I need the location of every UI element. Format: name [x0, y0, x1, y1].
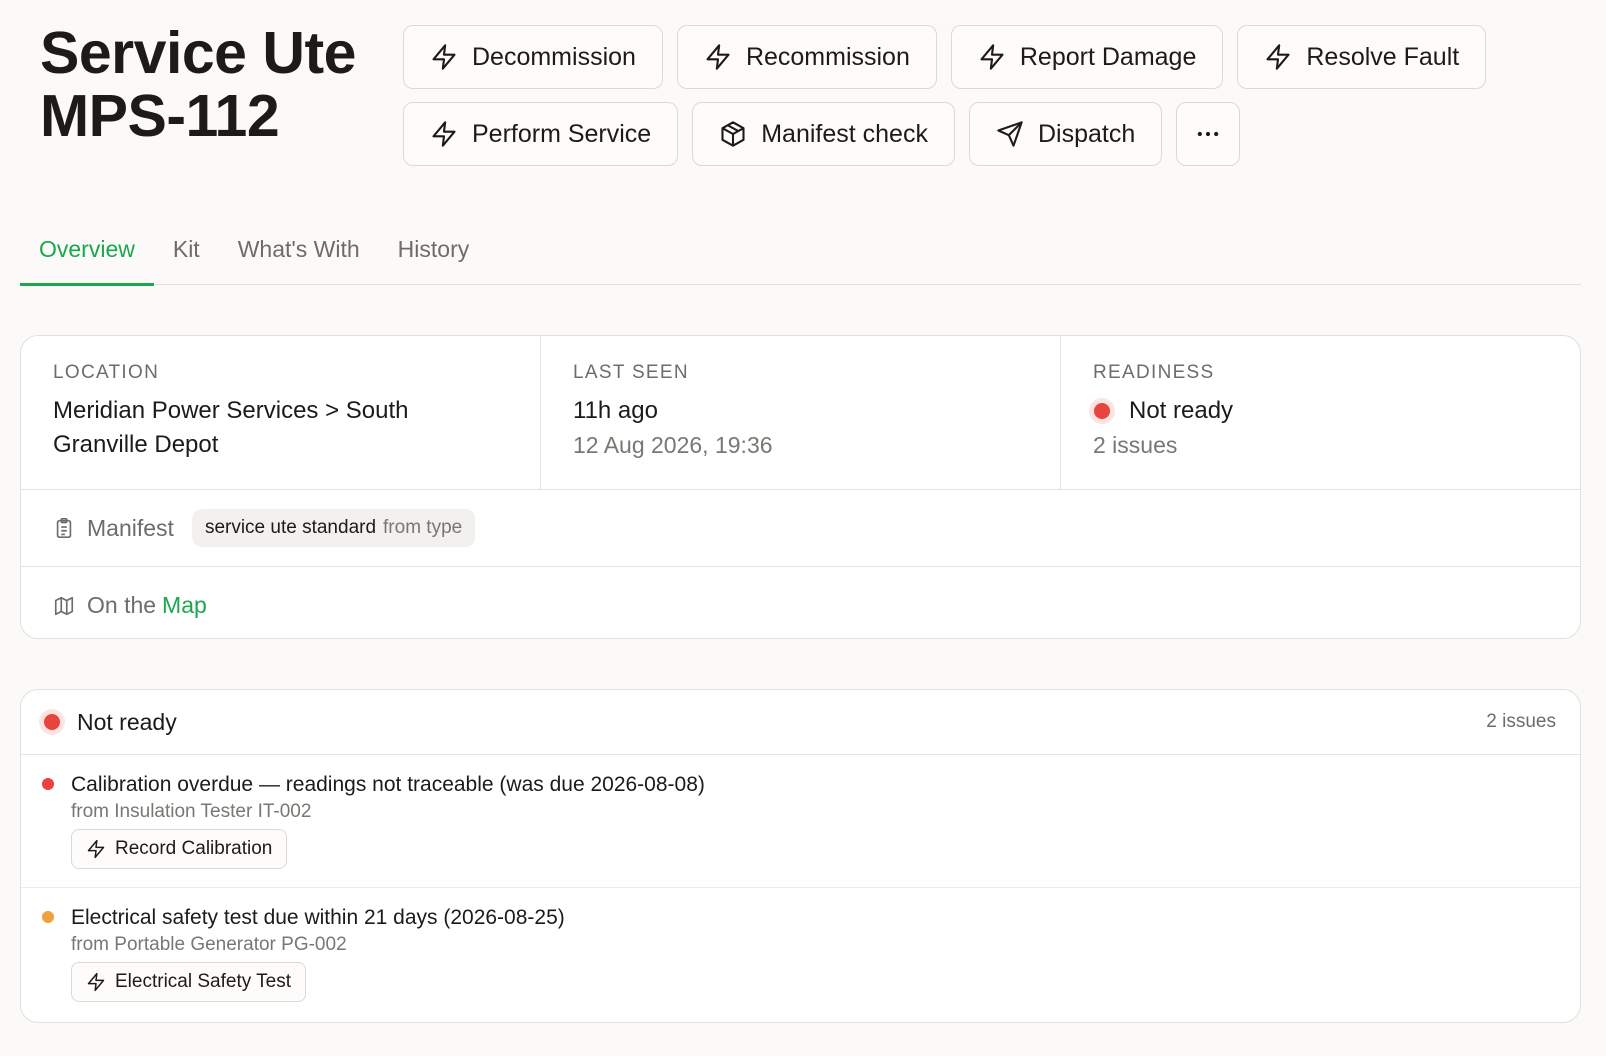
electrical-safety-test-button[interactable]: Electrical Safety Test — [71, 962, 307, 1002]
location-cell: LOCATION Meridian Power Services > South… — [21, 336, 541, 489]
manifest-check-label: Manifest check — [761, 119, 928, 148]
dispatch-label: Dispatch — [1037, 119, 1136, 148]
package-icon — [721, 121, 745, 147]
resolve-fault-button[interactable]: Resolve Fault — [1237, 25, 1487, 89]
issues-count: 2 issues — [1486, 711, 1556, 732]
issue-item: Calibration overdue — readings not trace… — [21, 755, 1580, 888]
location-line-2: Granville Depot — [53, 431, 219, 458]
action-row-1: Decommission Recommission Report Damage … — [403, 25, 1503, 89]
more-horizontal-icon — [1197, 131, 1219, 137]
send-icon — [997, 121, 1023, 147]
last-seen-relative: 11h ago — [573, 397, 658, 424]
page-header: Service Ute MPS-112 Decommission Recommi… — [20, 0, 1586, 190]
title-line-2: MPS-112 — [40, 83, 280, 149]
readiness-issues-card: Not ready 2 issues Calibration overdue —… — [20, 689, 1581, 1023]
readiness-label: READINESS — [1093, 362, 1215, 383]
clipboard-icon — [56, 518, 72, 538]
asset-summary-card: LOCATION Meridian Power Services > South… — [20, 335, 1581, 639]
issues-header: Not ready 2 issues — [21, 690, 1580, 755]
issue-source: from Insulation Tester IT-002 — [71, 801, 312, 822]
report-damage-label: Report Damage — [1019, 42, 1197, 71]
location-value: Meridian Power Services > South Granvill… — [53, 394, 508, 462]
readiness-cell: READINESS Not ready 2 issues — [1061, 336, 1580, 489]
bolt-icon — [432, 121, 456, 147]
status-dot-icon — [39, 709, 65, 735]
map-link[interactable]: Map — [162, 592, 207, 619]
tab-history[interactable]: History — [379, 222, 489, 285]
last-seen-cell: LAST SEEN 11h ago 12 Aug 2026, 19:36 — [541, 336, 1061, 489]
summary-grid: LOCATION Meridian Power Services > South… — [21, 336, 1580, 490]
bolt-icon — [87, 839, 105, 859]
manifest-row: Manifest service ute standard from type — [21, 490, 1580, 567]
readiness-status: Not ready — [1089, 394, 1548, 428]
recommission-button[interactable]: Recommission — [676, 25, 937, 89]
perform-service-label: Perform Service — [472, 119, 652, 148]
issue-source: from Portable Generator PG-002 — [71, 934, 347, 955]
bolt-icon — [706, 44, 730, 70]
asset-page: Service Ute MPS-112 Decommission Recommi… — [0, 0, 1606, 1056]
record-calibration-label: Record Calibration — [115, 838, 273, 859]
issues-status-text: Not ready — [77, 708, 177, 735]
issue-title: Calibration overdue — readings not trace… — [71, 773, 705, 796]
tab-bar: Overview Kit What's With History — [20, 222, 1581, 286]
record-calibration-button[interactable]: Record Calibration — [71, 829, 288, 869]
status-dot-icon — [1089, 398, 1115, 424]
issue-item: Electrical safety test due within 21 day… — [21, 888, 1580, 1021]
resolve-fault-label: Resolve Fault — [1306, 42, 1460, 71]
bolt-icon — [980, 44, 1004, 70]
manifest-chip-name: service ute standard — [204, 517, 377, 538]
readiness-issue-count: 2 issues — [1093, 432, 1178, 458]
bolt-icon — [87, 972, 105, 992]
report-damage-button[interactable]: Report Damage — [950, 25, 1224, 89]
last-seen-timestamp: 12 Aug 2026, 19:36 — [573, 432, 773, 458]
action-row-2: Perform Service Manifest check Dispatch — [403, 102, 1503, 166]
severity-dot-icon — [42, 911, 54, 923]
issues-status: Not ready — [39, 709, 177, 736]
issue-title: Electrical safety test due within 21 day… — [71, 906, 565, 929]
map-icon — [54, 596, 74, 615]
electrical-safety-test-label: Electrical Safety Test — [115, 971, 292, 992]
tab-overview[interactable]: Overview — [20, 222, 154, 286]
page-title: Service Ute MPS-112 — [40, 22, 356, 148]
dispatch-button[interactable]: Dispatch — [968, 102, 1163, 166]
tab-whats-with[interactable]: What's With — [219, 222, 379, 285]
decommission-button[interactable]: Decommission — [403, 25, 663, 89]
manifest-label: Manifest — [87, 514, 174, 541]
tab-kit[interactable]: Kit — [154, 222, 219, 285]
manifest-chip-source: from type — [383, 517, 463, 538]
severity-dot-icon — [42, 778, 54, 790]
last-seen-label: LAST SEEN — [573, 362, 689, 383]
map-prefix: On the — [87, 592, 157, 618]
bolt-icon — [1266, 44, 1290, 70]
manifest-chip[interactable]: service ute standard from type — [191, 509, 476, 547]
location-line-1: Meridian Power Services > South — [53, 397, 409, 424]
recommission-label: Recommission — [745, 42, 910, 71]
map-row: On the Map — [21, 567, 1580, 638]
readiness-status-text: Not ready — [1129, 397, 1234, 424]
decommission-label: Decommission — [472, 42, 636, 71]
action-bar: Decommission Recommission Report Damage … — [403, 25, 1503, 179]
location-label: LOCATION — [53, 362, 160, 383]
bolt-icon — [432, 44, 456, 70]
title-line-1: Service Ute — [40, 20, 356, 86]
perform-service-button[interactable]: Perform Service — [403, 102, 679, 166]
more-actions-button[interactable] — [1176, 102, 1241, 166]
manifest-check-button[interactable]: Manifest check — [692, 102, 955, 166]
